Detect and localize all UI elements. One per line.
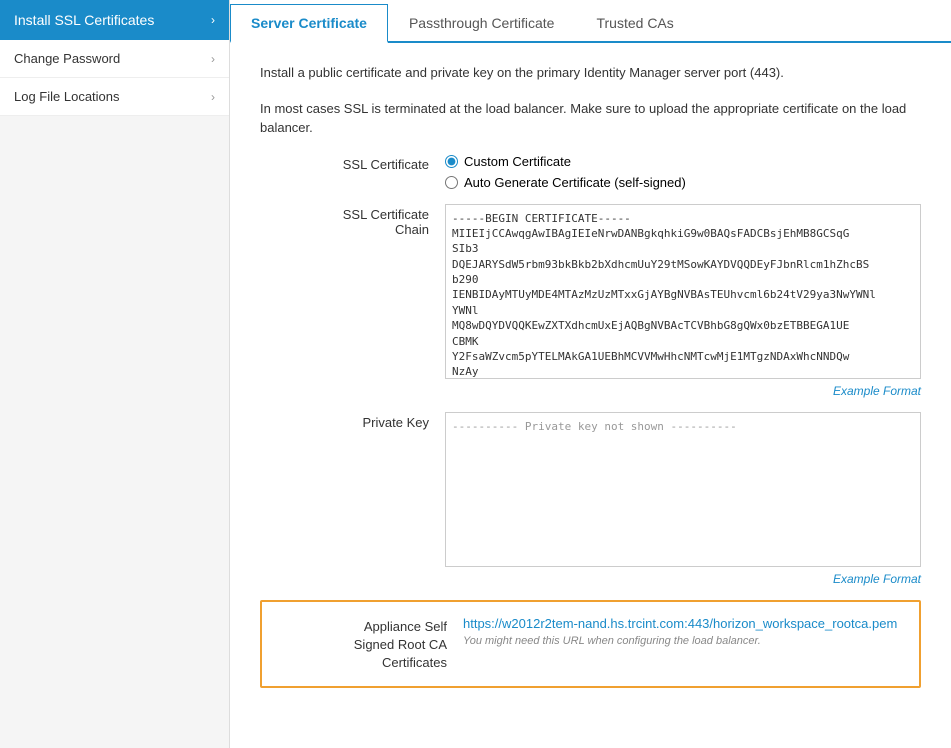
sidebar-item-change-password-label: Change Password (14, 51, 120, 66)
tab-server-certificate[interactable]: Server Certificate (230, 4, 388, 43)
content-area: Install a public certificate and private… (230, 43, 951, 748)
tab-trusted-cas[interactable]: Trusted CAs (575, 4, 694, 43)
tab-bar: Server Certificate Passthrough Certifica… (230, 0, 951, 43)
example-format-link-chain[interactable]: Example Format (445, 384, 921, 398)
ssl-cert-chain-field: -----BEGIN CERTIFICATE----- MIIEIjCCAwqg… (445, 204, 921, 398)
radio-auto-gen-label: Auto Generate Certificate (self-signed) (464, 175, 686, 190)
tab-passthrough-certificate[interactable]: Passthrough Certificate (388, 4, 576, 43)
sidebar: Install SSL Certificates › Change Passwo… (0, 0, 230, 748)
ssl-certificate-label: SSL Certificate (260, 154, 445, 172)
radio-custom-cert-input[interactable] (445, 155, 458, 168)
main-panel: Server Certificate Passthrough Certifica… (230, 0, 951, 748)
private-key-row: Private Key ---------- Private key not s… (260, 412, 921, 586)
appliance-hint: You might need this URL when configuring… (463, 635, 903, 647)
radio-auto-gen-input[interactable] (445, 176, 458, 189)
ssl-certificate-row: SSL Certificate Custom Certificate Auto … (260, 154, 921, 190)
chevron-right-icon: › (211, 52, 215, 66)
sidebar-item-install-ssl[interactable]: Install SSL Certificates › (0, 0, 229, 40)
chevron-right-icon: › (211, 90, 215, 104)
private-key-label: Private Key (260, 412, 445, 430)
sidebar-item-install-ssl-label: Install SSL Certificates (14, 12, 154, 28)
intro-line2: In most cases SSL is terminated at the l… (260, 99, 921, 138)
appliance-self-signed-box: Appliance SelfSigned Root CACertificates… (260, 600, 921, 689)
ssl-cert-chain-label: SSL CertificateChain (260, 204, 445, 237)
radio-auto-generate[interactable]: Auto Generate Certificate (self-signed) (445, 175, 921, 190)
sidebar-item-change-password[interactable]: Change Password › (0, 40, 229, 78)
radio-custom-certificate[interactable]: Custom Certificate (445, 154, 921, 169)
appliance-label: Appliance SelfSigned Root CACertificates (278, 616, 463, 673)
ssl-cert-chain-row: SSL CertificateChain -----BEGIN CERTIFIC… (260, 204, 921, 398)
sidebar-item-log-file-locations-label: Log File Locations (14, 89, 120, 104)
ssl-cert-chain-textarea[interactable]: -----BEGIN CERTIFICATE----- MIIEIjCCAwqg… (445, 204, 921, 379)
radio-custom-cert-label: Custom Certificate (464, 154, 571, 169)
appliance-url-link[interactable]: https://w2012r2tem-nand.hs.trcint.com:44… (463, 616, 897, 631)
private-key-field: ---------- Private key not shown -------… (445, 412, 921, 586)
chevron-right-icon: › (211, 13, 215, 27)
sidebar-item-log-file-locations[interactable]: Log File Locations › (0, 78, 229, 116)
ssl-certificate-options: Custom Certificate Auto Generate Certifi… (445, 154, 921, 190)
appliance-content: https://w2012r2tem-nand.hs.trcint.com:44… (463, 616, 903, 647)
example-format-link-key[interactable]: Example Format (445, 572, 921, 586)
private-key-textarea[interactable]: ---------- Private key not shown -------… (445, 412, 921, 567)
intro-line1: Install a public certificate and private… (260, 63, 921, 83)
